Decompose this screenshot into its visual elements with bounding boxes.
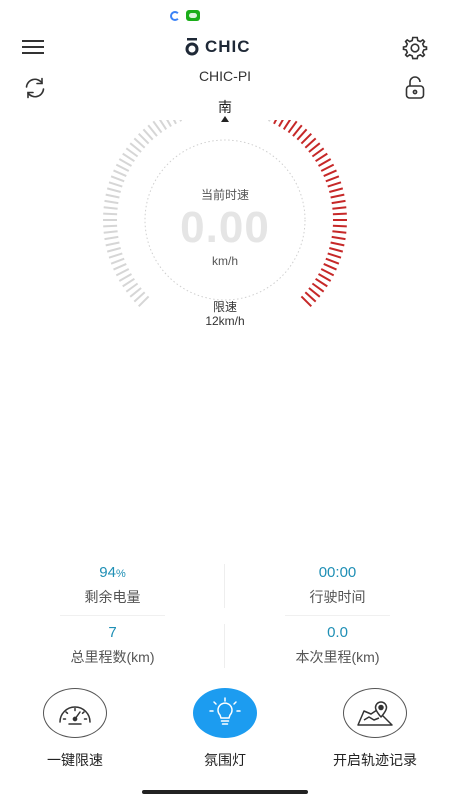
speed-limit-button[interactable]: 一键限速 — [0, 688, 150, 770]
gauge-tick — [125, 282, 139, 293]
stats-panel: 94% 剩余电量 00:00 行驶时间 7 总里程数(km) 0.0 本次里程(… — [0, 560, 450, 672]
gauge-tick — [282, 120, 292, 130]
total-distance-label: 总里程数(km) — [70, 649, 155, 666]
divider — [285, 615, 390, 616]
trip-distance-label: 本次里程(km) — [295, 649, 380, 666]
gauge-tick — [129, 142, 142, 153]
gauge-tick — [147, 124, 158, 137]
gauge-tick — [296, 128, 308, 141]
track-record-button[interactable]: 开启轨迹记录 — [300, 688, 450, 770]
gauge-tick — [122, 152, 135, 163]
speed-limit-label: 一键限速 — [47, 753, 103, 769]
home-indicator[interactable] — [142, 790, 308, 794]
gauge-tick — [320, 268, 335, 277]
battery-label: 剩余电量 — [84, 590, 141, 606]
ambient-light-circle[interactable] — [193, 688, 257, 738]
gauge-tick — [325, 175, 340, 183]
gauge-tick — [311, 147, 325, 158]
gauge-tick — [118, 158, 132, 167]
direction-label: 南 — [218, 100, 232, 116]
gauge-tick — [133, 137, 146, 149]
speed-unit: km/h — [211, 254, 238, 268]
gauge-tick — [315, 152, 328, 163]
gauge-tick — [318, 158, 332, 167]
track-record-circle[interactable] — [343, 688, 407, 738]
trip-distance-value: 0.0 — [327, 624, 348, 641]
gauge-tick — [129, 287, 142, 298]
gauge-tick — [300, 132, 313, 145]
gauge-tick — [323, 169, 337, 178]
gauge-tick — [158, 120, 168, 130]
gauge-tick — [110, 175, 125, 183]
gear-icon[interactable] — [402, 35, 428, 61]
gauge-tick — [122, 277, 135, 288]
total-distance-stat: 7 总里程数(km) — [0, 624, 225, 667]
gauge-tick — [278, 120, 284, 127]
gauge-tick — [318, 273, 332, 282]
logo-text: CHIC — [205, 37, 251, 56]
wechat-icon — [186, 10, 200, 21]
app-header: CHIC CHIC-PI — [0, 30, 450, 99]
total-distance-value: 7 — [108, 624, 117, 641]
gauge-tick — [152, 120, 163, 134]
gauge-tick — [304, 137, 317, 149]
ride-time-value: 00:00 — [318, 564, 357, 581]
gauge-tick — [311, 282, 325, 293]
current-speed-label: 当前时速 — [200, 188, 249, 202]
gauge-tick — [166, 120, 172, 127]
loading-icon — [170, 10, 180, 21]
gauge-tick — [142, 128, 154, 141]
gauge-tick — [273, 120, 278, 125]
gauge-tick — [179, 120, 183, 122]
action-bar: 一键限速 氛围灯 开启轨迹记录 — [0, 688, 450, 778]
trip-distance-stat: 0.0 本次里程(km) — [225, 624, 450, 667]
ambient-light-button[interactable]: 氛围灯 — [150, 688, 300, 770]
ride-time-stat: 00:00 行驶时间 — [225, 564, 450, 607]
divider — [60, 615, 165, 616]
gauge-tick — [115, 163, 130, 172]
gauge-tick — [113, 169, 127, 178]
gauge-tick — [320, 163, 335, 172]
speed-limit-circle[interactable] — [43, 688, 107, 738]
ambient-light-label: 氛围灯 — [204, 753, 246, 769]
gauge-tick — [115, 268, 130, 277]
gauge-tick — [118, 273, 132, 282]
logo-mark-icon — [185, 38, 199, 56]
current-speed-value: 0.00 — [180, 203, 270, 252]
device-name: CHIC-PI — [198, 68, 252, 84]
brand-logo: CHIC — [185, 37, 251, 57]
lightbulb-icon — [209, 697, 241, 725]
gauge-tick — [267, 120, 271, 122]
speedometer-icon — [59, 706, 91, 725]
map-pin-icon — [357, 701, 393, 726]
gauge-tick — [287, 120, 298, 134]
gauge-tick — [292, 124, 303, 137]
ride-time-label: 行驶时间 — [309, 590, 366, 606]
battery-value: 94% — [99, 564, 126, 581]
gauge-tick — [137, 132, 150, 145]
status-bar-icons — [170, 10, 200, 21]
menu-icon[interactable] — [22, 40, 44, 56]
gauge-tick — [172, 120, 177, 125]
battery-stat: 94% 剩余电量 — [0, 564, 225, 607]
speed-limit-label: 限速 — [212, 300, 237, 314]
track-record-label: 开启轨迹记录 — [333, 753, 417, 769]
gauge-tick — [308, 142, 321, 153]
gauge-tick — [315, 277, 328, 288]
gauge-tick — [308, 287, 321, 298]
gauge-tick — [125, 147, 139, 158]
speed-limit-value: 12km/h — [205, 314, 245, 328]
